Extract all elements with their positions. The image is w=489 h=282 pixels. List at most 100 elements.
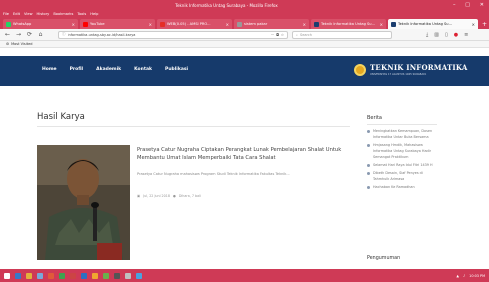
tab-label: WEB(0.05) - AMSI PRO... (167, 22, 211, 26)
menu-edit[interactable]: Edit (13, 12, 20, 16)
url-text: informatika.untag-sby.ac.id/hasil-karya (67, 32, 136, 37)
downloads-icon[interactable]: ⤓ (426, 32, 428, 38)
sidebar-heading-berita: Berita (367, 115, 382, 121)
site-icon (314, 21, 319, 27)
tab-teknik-informatika[interactable]: Teknik Informatika Untag Su... × (311, 19, 386, 29)
back-icon[interactable]: ← (4, 31, 11, 38)
tab-sistem-pakar[interactable]: sistem pakar × (234, 19, 309, 29)
tab-label: sistem pakar (244, 22, 268, 26)
start-menu-icon[interactable] (4, 272, 10, 279)
page-actions-icon[interactable]: ··· (271, 33, 274, 37)
menu-tools[interactable]: Tools (77, 12, 86, 16)
user-icon: ● (172, 194, 176, 198)
nav-profil[interactable]: Profil (70, 67, 84, 72)
taskbar-app-icon[interactable] (114, 272, 120, 279)
bullet-icon (367, 185, 370, 189)
tab-close-icon[interactable]: × (380, 22, 383, 27)
site-nav-links: Home Profil Akademik Kontak Publikasi (42, 67, 188, 72)
taskbar-app-icon[interactable] (103, 272, 109, 279)
tab-close-icon[interactable]: × (149, 22, 152, 27)
bookmark-star-icon[interactable]: ☆ (281, 33, 284, 37)
extension-icon[interactable]: ● (454, 32, 458, 38)
brand-text: TEKNIK INFORMATIKA UNIVERSITAS 17 AGUSTU… (370, 63, 468, 76)
toolbar-icons: ⤓ ▥ ▯ ● ≡ (426, 32, 468, 38)
url-bar[interactable]: ⓘ informatika.untag-sby.ac.id/hasil-kary… (58, 30, 288, 39)
forward-icon[interactable]: → (15, 31, 22, 38)
close-icon[interactable]: ✕ (480, 2, 484, 8)
taskbar-app-icon[interactable] (26, 272, 32, 279)
taskbar-app-icon[interactable] (81, 272, 87, 279)
sidebar-icon[interactable]: ▯ (445, 32, 448, 38)
tab-web[interactable]: WEB(0.05) - AMSI PRO... × (157, 19, 232, 29)
network-icon[interactable]: ▲ (456, 274, 459, 278)
nav-home[interactable]: Home (42, 67, 57, 72)
whatsapp-icon (6, 21, 11, 27)
post-author: Dihara, 7 bali (178, 194, 201, 198)
pocket-icon[interactable]: ◘ (276, 33, 279, 37)
taskbar-app-icon[interactable] (92, 272, 98, 279)
news-item[interactable]: Hachaban Ke Ramadhan (367, 184, 439, 190)
nav-akademik[interactable]: Akademik (96, 67, 121, 72)
taskbar-app-icon[interactable] (125, 272, 131, 279)
info-icon[interactable]: ⓘ (62, 32, 66, 37)
taskbar-app-icon[interactable] (70, 272, 76, 279)
tab-label: Teknik Informatika Untag Su... (321, 22, 375, 26)
reload-icon[interactable]: ⟳ (26, 31, 33, 38)
news-item-label: Dibeth Desain, Siaf Penyes di Tahmhulk A… (373, 171, 423, 181)
youtube-icon (83, 21, 88, 27)
hamburger-menu-icon[interactable]: ≡ (464, 32, 468, 38)
library-icon[interactable]: ▥ (434, 32, 439, 38)
news-item[interactable]: Dibeth Desain, Siaf Penyes di Tahmhulk A… (367, 170, 439, 182)
menu-history[interactable]: History (37, 12, 50, 16)
bookmark-most-visited[interactable]: Most Visited (11, 42, 32, 46)
news-item-label: Selamat Hari Raya Idul Fitri 1439 H (373, 163, 433, 167)
taskbar-app-icon[interactable] (15, 272, 21, 279)
tab-whatsapp[interactable]: WhatsApp × (3, 19, 78, 29)
search-input[interactable]: ⌕ Search (292, 30, 392, 39)
post-date: Jul, 22 Juni 2018 (143, 194, 170, 198)
menu-view[interactable]: View (24, 12, 33, 16)
menu-help[interactable]: Help (90, 12, 98, 16)
clock-text[interactable]: 10:03 PM (469, 274, 485, 278)
tab-close-icon[interactable]: × (472, 22, 475, 27)
nav-publikasi[interactable]: Publikasi (165, 67, 188, 72)
site-icon (391, 21, 396, 27)
post-thumbnail[interactable] (37, 145, 130, 260)
nav-kontak[interactable]: Kontak (134, 67, 152, 72)
volume-icon[interactable]: ♪ (463, 274, 465, 278)
page-title: Hasil Karya (37, 112, 85, 122)
minimize-icon[interactable]: – (453, 2, 456, 8)
tab-teknik-informatika-active[interactable]: Teknik Informatika Untag Su... × (388, 19, 478, 29)
page-icon (237, 21, 242, 27)
news-item-label: Hmjasang Hmdik, Mahasiswa Informatika Un… (373, 143, 432, 159)
news-item[interactable]: Meningkatkan Kemampuan, Dosen Informatik… (367, 128, 439, 140)
tab-label: Teknik Informatika Untag Su... (398, 22, 452, 26)
site-brand[interactable]: TEKNIK INFORMATIKA UNIVERSITAS 17 AGUSTU… (354, 63, 468, 76)
tab-youtube[interactable]: YouTube × (80, 19, 155, 29)
taskbar-app-icon[interactable] (37, 272, 43, 279)
new-tab-icon[interactable]: + (480, 19, 487, 29)
post-title-link[interactable]: Prasetya Catur Nugraha Ciptakan Perangka… (137, 146, 352, 162)
title-divider (37, 126, 350, 127)
news-item[interactable]: Hmjasang Hmdik, Mahasiswa Informatika Un… (367, 142, 439, 160)
search-placeholder: Search (299, 32, 312, 37)
brand-title: TEKNIK INFORMATIKA (370, 63, 468, 72)
maximize-icon[interactable]: □ (465, 2, 470, 8)
tab-label: YouTube (90, 22, 105, 26)
tab-close-icon[interactable]: × (226, 22, 229, 27)
tab-close-icon[interactable]: × (72, 22, 75, 27)
os-taskbar: ▲ ♪ 10:03 PM (0, 269, 489, 282)
taskbar-app-icon[interactable] (136, 272, 142, 279)
news-item[interactable]: Selamat Hari Raya Idul Fitri 1439 H (367, 162, 439, 168)
bullet-icon (367, 171, 370, 175)
taskbar-app-icon[interactable] (48, 272, 54, 279)
menu-bookmarks[interactable]: Bookmarks (53, 12, 73, 16)
taskbar-app-icon[interactable] (59, 272, 65, 279)
bullet-icon (367, 163, 370, 167)
post-excerpt: Prasetya Catur Nugraha mahasiswa Program… (137, 172, 290, 176)
menu-file[interactable]: File (3, 12, 9, 16)
home-icon[interactable]: ⌂ (37, 31, 44, 38)
brand-subtitle: UNIVERSITAS 17 AGUSTUS 1945 SURABAYA (370, 73, 427, 76)
calendar-icon: ▣ (137, 194, 141, 198)
tab-close-icon[interactable]: × (303, 22, 306, 27)
